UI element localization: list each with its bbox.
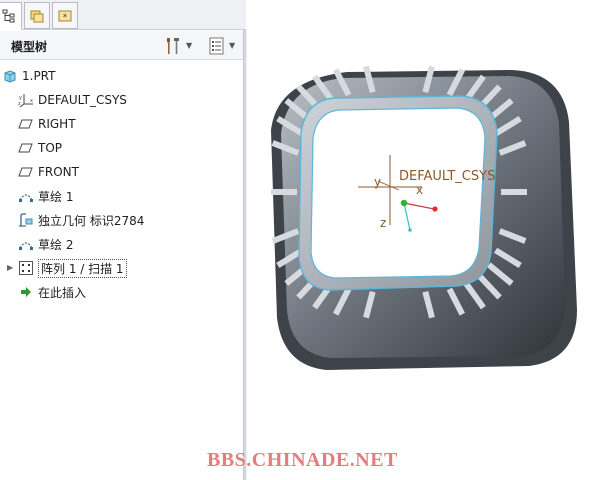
svg-text:z: z <box>18 101 21 107</box>
watermark-text: BBS.CHINADE.NET <box>207 449 398 471</box>
tree-item-sketch-1[interactable]: 草绘 1 <box>18 185 73 207</box>
tree-item-right-plane[interactable]: RIGHT <box>18 113 76 135</box>
sketch-icon <box>18 188 34 204</box>
part-icon <box>2 68 18 84</box>
csys-axis-x-label: x <box>416 183 423 197</box>
tree-item-sketch-2[interactable]: 草绘 2 <box>18 233 73 255</box>
tree-item-label: 独立几何 标识2784 <box>38 213 145 228</box>
datum-plane-icon <box>18 140 34 156</box>
inner-opening <box>298 95 498 291</box>
svg-text:x: x <box>30 98 33 104</box>
tools-icon <box>167 37 179 54</box>
csys-label: DEFAULT_CSYS <box>399 169 495 184</box>
chevron-down-icon: ▼ <box>186 41 193 50</box>
tree-item-part[interactable]: 1.PRT <box>2 65 55 87</box>
sketch-icon <box>18 236 34 252</box>
model-tree-panel: * 模型树 ▼ ▼ 1.PRT y x z DEFAULT_CSYS RIGHT… <box>0 0 246 480</box>
tree-item-label: RIGHT <box>38 117 76 131</box>
model-tree-tab-icon <box>2 9 15 23</box>
tree-item-default-csys[interactable]: y x z DEFAULT_CSYS <box>18 89 127 111</box>
tree-item-insert-here[interactable]: 在此插入 <box>18 281 86 303</box>
tree-toolbar: 模型树 ▼ ▼ <box>0 31 246 60</box>
csys-axis-z-label: z <box>380 216 386 230</box>
tree-item-label: TOP <box>38 141 63 155</box>
panel-title: 模型树 <box>11 40 48 54</box>
independent-geometry-icon <box>18 212 34 228</box>
panel-tabs: * <box>0 0 246 30</box>
model-view: y x z DEFAULT_CSYS <box>271 65 577 370</box>
tree-item-label: 草绘 2 <box>38 237 74 252</box>
tree-item-pattern-1[interactable]: 阵列 1 / 扫描 1 <box>18 257 127 279</box>
settings-dropdown-button[interactable]: ▼ <box>163 35 192 56</box>
tree-item-label: 在此插入 <box>38 285 87 300</box>
insert-here-arrow-icon <box>18 284 34 300</box>
list-view-icon <box>209 37 224 54</box>
tree-item-label: FRONT <box>38 165 79 179</box>
tree-item-label: 草绘 1 <box>38 189 74 204</box>
svg-text:*: * <box>63 13 68 23</box>
datum-plane-icon <box>18 164 34 180</box>
show-dropdown-button[interactable]: ▼ <box>208 35 235 56</box>
graphics-window[interactable]: y x z DEFAULT_CSYS <box>247 0 606 480</box>
tree-item-top-plane[interactable]: TOP <box>18 137 62 159</box>
tab-folder-browser[interactable] <box>24 2 50 29</box>
coordinate-system-icon: y x z <box>18 92 34 108</box>
tree-item-label: DEFAULT_CSYS <box>38 93 127 107</box>
tab-favorites[interactable]: * <box>52 2 78 29</box>
expand-arrow-icon[interactable]: ▶ <box>7 263 13 272</box>
pattern-icon <box>18 260 34 276</box>
tree-item-label: 阵列 1 / 扫描 1 <box>38 258 127 278</box>
datum-plane-icon <box>18 116 34 132</box>
favorites-tab-icon: * <box>58 10 72 23</box>
chevron-down-icon: ▼ <box>229 41 236 50</box>
folder-browser-tab-icon <box>30 10 44 22</box>
csys-axis-y-label: y <box>374 175 381 189</box>
tree-item-front-plane[interactable]: FRONT <box>18 161 79 183</box>
tree-item-independent-geometry[interactable]: 独立几何 标识2784 <box>18 209 144 231</box>
tab-model-tree[interactable] <box>0 2 22 30</box>
tree-item-label: 1.PRT <box>22 69 56 83</box>
